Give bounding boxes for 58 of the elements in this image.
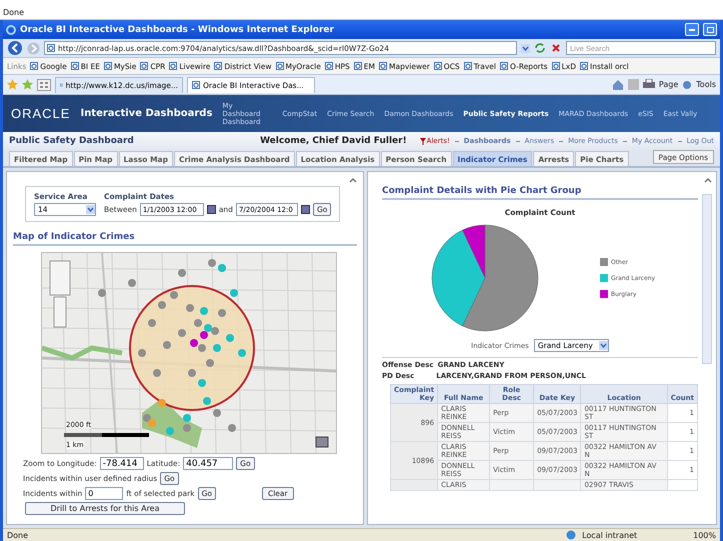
page-icon xyxy=(70,62,79,70)
browser-logo-icon xyxy=(6,24,16,34)
caret-icon xyxy=(598,341,608,350)
page-icon xyxy=(580,62,588,70)
drill-button[interactable]: Drill to Arrests for this Area xyxy=(25,502,185,515)
longitude-field[interactable]: -78.414 xyxy=(100,457,144,470)
tab-list-icon[interactable] xyxy=(37,78,51,90)
page-icon xyxy=(192,81,200,89)
tools-menu[interactable]: Tools xyxy=(696,80,716,89)
page-icon xyxy=(47,44,55,52)
caret-icon xyxy=(521,44,530,52)
maximize-icon xyxy=(706,26,714,32)
page-icon xyxy=(30,62,38,70)
page-icon xyxy=(552,62,560,70)
page-icon xyxy=(324,62,333,70)
page-icon xyxy=(500,62,508,70)
status-text: Done xyxy=(7,530,28,540)
park-distance-field[interactable]: 0 xyxy=(85,487,124,500)
latitude-field[interactable]: 40.457 xyxy=(183,457,234,470)
caret-icon xyxy=(86,205,95,214)
refresh-icon[interactable] xyxy=(534,42,546,54)
scrollbar[interactable] xyxy=(702,194,712,364)
page-icon xyxy=(169,62,178,70)
app-title: Interactive Dashboards xyxy=(80,108,212,119)
minimize-button[interactable] xyxy=(685,23,699,36)
welcome-text: Welcome, Chief David Fuller! xyxy=(260,136,407,146)
page-icon xyxy=(354,62,362,70)
close-icon[interactable] xyxy=(550,42,562,54)
security-zone: Local intranet xyxy=(582,530,638,540)
zoom-level[interactable]: 100% xyxy=(693,530,716,540)
minimize-icon xyxy=(689,28,695,30)
page-icon xyxy=(276,62,284,70)
maximize-button[interactable] xyxy=(703,23,717,36)
status-text: Done xyxy=(3,8,24,17)
page-icon xyxy=(464,62,472,70)
home-icon[interactable] xyxy=(612,78,624,90)
page-icon xyxy=(60,81,63,89)
page-icon xyxy=(104,62,112,70)
map-drawing[interactable] xyxy=(42,253,336,453)
dashboard-title: Public Safety Dashboard xyxy=(9,136,134,146)
calendar-icon[interactable] xyxy=(300,205,310,214)
funnel-icon xyxy=(420,138,426,144)
add-favorite-icon[interactable] xyxy=(22,79,33,90)
collapse-icon[interactable] xyxy=(349,177,357,183)
page-icon xyxy=(214,62,222,70)
calendar-icon[interactable] xyxy=(206,205,216,214)
print-icon[interactable] xyxy=(642,79,655,90)
star-icon[interactable] xyxy=(7,79,18,90)
page-icon xyxy=(434,62,442,70)
window-title: Oracle BI Interactive Dashboards - Windows Internet Explorer xyxy=(20,24,335,34)
collapse-icon[interactable] xyxy=(704,177,712,183)
section-heading: Map of Indicator Crimes xyxy=(13,232,357,246)
section-heading: Complaint Details with Pie Chart Group xyxy=(382,186,698,200)
oracle-logo: ORACLE xyxy=(11,106,70,121)
page-icon xyxy=(140,62,148,70)
page-menu[interactable]: Page xyxy=(658,80,678,89)
back-icon[interactable] xyxy=(7,40,23,56)
page-icon xyxy=(379,62,387,70)
